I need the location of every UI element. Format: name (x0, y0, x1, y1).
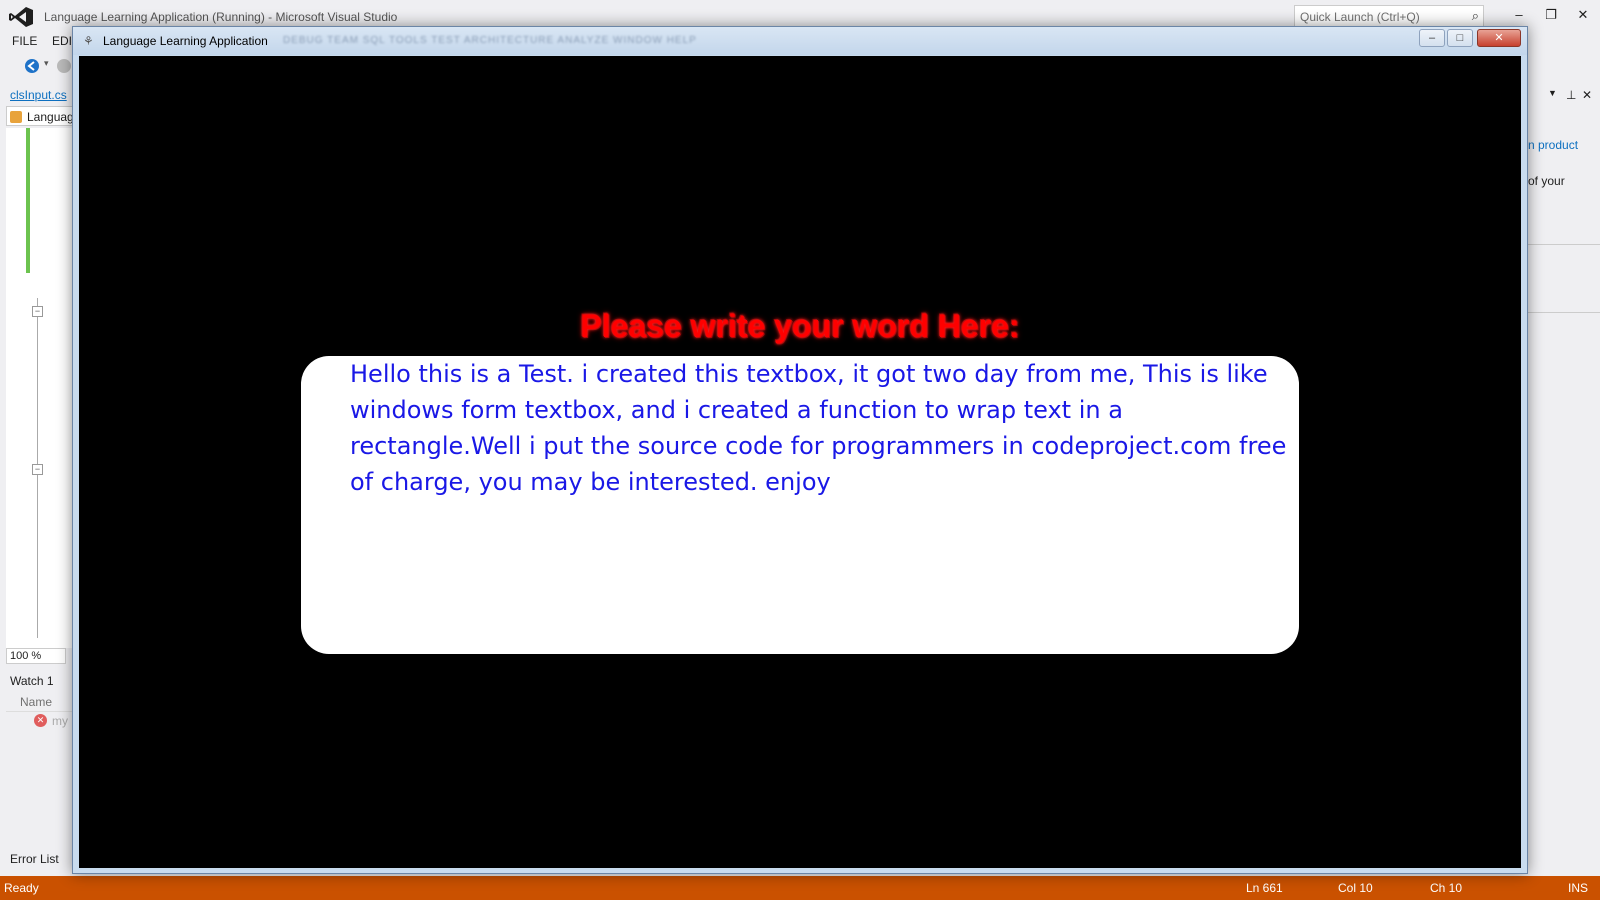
window-title: Language Learning Application (Running) … (44, 10, 398, 24)
watch-row[interactable]: ✕ my (30, 712, 76, 730)
error-icon: ✕ (34, 714, 47, 727)
app-window: ⚘ Language Learning Application DEBUG TE… (72, 26, 1528, 874)
status-line: Ln 661 (1246, 881, 1283, 895)
minimize-icon[interactable]: – (1508, 6, 1530, 24)
status-bar: Ready Ln 661 Col 10 Ch 10 INS (0, 876, 1600, 900)
right-tool-panel: ▼ ⊥ ✕ n product of your (1528, 82, 1600, 842)
watch-panel-title[interactable]: Watch 1 (10, 674, 54, 688)
class-icon (10, 111, 22, 123)
watch-row-name: my (52, 714, 68, 728)
back-arrow-icon[interactable] (24, 58, 40, 74)
quick-launch-placeholder: Quick Launch (Ctrl+Q) (1300, 10, 1420, 24)
app-icon: ⚘ (83, 34, 94, 48)
document-tab-clsinput[interactable]: clsInput.cs (10, 88, 67, 102)
app-title: Language Learning Application (103, 34, 268, 48)
collapse-icon[interactable]: − (32, 306, 43, 317)
quick-launch-input[interactable]: Quick Launch (Ctrl+Q) ⌕ (1294, 5, 1484, 27)
product-link[interactable]: n product (1528, 138, 1578, 152)
status-insert-mode: INS (1568, 881, 1589, 895)
menu-bar: FILE EDI (0, 32, 80, 52)
restore-icon[interactable]: ❐ (1540, 6, 1562, 24)
navigation-label: Languag (27, 110, 74, 124)
toolbar: ▾ (0, 56, 80, 78)
app-canvas: Please write your word Here: Hello this … (79, 56, 1521, 868)
chevron-down-icon[interactable]: ▾ (44, 58, 49, 69)
status-char: Ch 10 (1430, 881, 1463, 895)
menu-file[interactable]: FILE (12, 34, 37, 48)
divider (1528, 244, 1600, 245)
close-icon[interactable]: ✕ (1582, 88, 1592, 102)
status-column: Col 10 (1338, 881, 1373, 895)
app-close-button[interactable]: ✕ (1477, 29, 1521, 47)
close-icon[interactable]: ✕ (1572, 6, 1594, 24)
divider (1528, 312, 1600, 313)
visual-studio-logo-icon (9, 7, 33, 27)
app-minimize-button[interactable]: – (1419, 29, 1445, 47)
change-tracking-bar (26, 128, 30, 273)
status-text: Ready (4, 881, 39, 895)
forward-arrow-icon[interactable] (56, 58, 72, 74)
background-menu-ghost: DEBUG TEAM SQL TOOLS TEST ARCHITECTURE A… (283, 35, 697, 46)
zoom-dropdown[interactable]: 100 % (6, 648, 66, 664)
watch-header: Name (6, 692, 76, 712)
code-editor[interactable]: − − (6, 128, 76, 648)
error-list-tab[interactable]: Error List (10, 852, 59, 866)
prompt-heading: Please write your word Here: (580, 308, 1020, 344)
panel-text: of your (1528, 174, 1565, 188)
collapse-icon[interactable]: − (32, 464, 43, 475)
chevron-down-icon[interactable]: ▼ (1548, 88, 1557, 98)
app-title-bar[interactable]: ⚘ Language Learning Application DEBUG TE… (73, 27, 1527, 55)
textbox-text: Hello this is a Test. i created this tex… (350, 360, 1287, 496)
app-maximize-button[interactable]: □ (1447, 29, 1473, 47)
search-icon[interactable]: ⌕ (1472, 8, 1479, 24)
watch-column-name[interactable]: Name (20, 695, 52, 709)
navigation-dropdown[interactable]: Languag (6, 106, 76, 126)
word-textbox[interactable]: Hello this is a Test. i created this tex… (301, 356, 1299, 654)
menu-edit[interactable]: EDI (52, 34, 72, 48)
pin-icon[interactable]: ⊥ (1566, 88, 1576, 102)
